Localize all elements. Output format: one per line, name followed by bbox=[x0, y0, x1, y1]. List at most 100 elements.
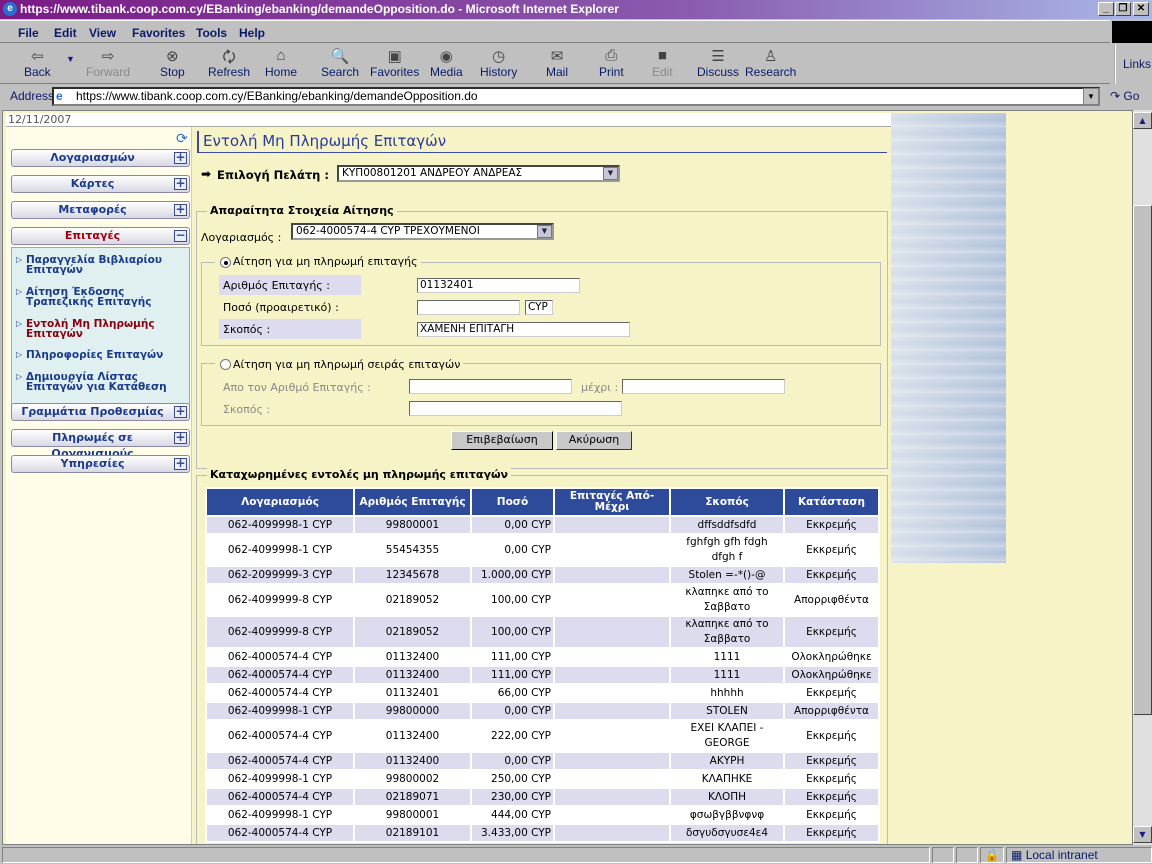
address-input[interactable]: e https://www.tibank.coop.com.cy/EBankin… bbox=[52, 87, 1100, 106]
sidebar-section-transfers[interactable]: Μεταφορές + bbox=[11, 201, 190, 219]
table-cell: 66,00 CYP bbox=[497, 686, 551, 699]
table-cell: 062-4099998-1 CYP bbox=[227, 772, 333, 785]
table-cell: φσωβγββνφνφ bbox=[689, 808, 765, 821]
mail-button[interactable]: ✉ Mail bbox=[546, 47, 568, 79]
discuss-button[interactable]: ☰ Discuss bbox=[697, 47, 739, 79]
intranet-icon: ▦ bbox=[1011, 848, 1023, 862]
back-dropdown-icon[interactable]: ▼ bbox=[66, 54, 75, 64]
scroll-down-icon[interactable]: ▼ bbox=[1133, 826, 1152, 843]
research-button[interactable]: ♙ Research bbox=[745, 47, 796, 79]
menu-favorites[interactable]: Favorites bbox=[132, 26, 185, 40]
go-button[interactable]: ↷ Go bbox=[1110, 89, 1139, 103]
range-reason-label: Σκοπός : bbox=[223, 403, 271, 416]
collapse-icon[interactable]: − bbox=[174, 229, 187, 242]
table-cell: 222,00 CYP bbox=[491, 729, 551, 742]
amount-input[interactable] bbox=[417, 300, 520, 315]
expand-icon[interactable]: + bbox=[174, 405, 187, 418]
print-button[interactable]: ⎙ Print bbox=[599, 47, 624, 79]
table-cell: 0,00 CYP bbox=[472, 517, 553, 533]
sidebar-item-deposit-list[interactable]: Δημιουργία Λίστας Επιταγών για Κατάθεση bbox=[16, 372, 188, 393]
sidebar-section-cheques[interactable]: Επιταγές − bbox=[11, 227, 190, 245]
vertical-scrollbar[interactable]: ▲ ▼ bbox=[1133, 110, 1152, 845]
cheque-number-input[interactable]: 01132401 bbox=[417, 278, 580, 293]
table-row: 062-4099999-8 CYP 02189052 100,00 CYP κλαπη… bbox=[207, 617, 878, 647]
table-cell: 062-4099999-8 CYP bbox=[207, 617, 353, 647]
home-icon: ⌂ bbox=[276, 47, 286, 64]
sidebar-section-time-deposits[interactable]: Γραμμάτια Προθεσμίας + bbox=[11, 403, 190, 421]
table-cell: 02189052 bbox=[355, 617, 470, 647]
from-cheque-input[interactable] bbox=[409, 379, 572, 394]
table-cell bbox=[555, 567, 669, 583]
expand-icon[interactable]: + bbox=[174, 151, 187, 164]
history-button[interactable]: ◷ History bbox=[480, 47, 517, 79]
media-button[interactable]: ◉ Media bbox=[430, 47, 463, 79]
scroll-thumb[interactable] bbox=[1133, 205, 1152, 715]
close-button[interactable]: ✕ bbox=[1133, 2, 1149, 16]
table-cell: 3.433,00 CYP bbox=[472, 825, 553, 841]
range-radio[interactable] bbox=[220, 359, 231, 370]
table-cell: 062-4000574-4 CYP bbox=[207, 825, 353, 841]
table-cell: 99800000 bbox=[355, 703, 470, 719]
expand-icon[interactable]: + bbox=[174, 177, 187, 190]
cancel-button[interactable]: Ακύρωση bbox=[556, 431, 632, 450]
sidebar-section-cards[interactable]: Κάρτες + bbox=[11, 175, 190, 193]
column-header: Κατάσταση bbox=[785, 489, 878, 515]
menu-view[interactable]: View bbox=[89, 26, 116, 40]
table-cell: 02189071 bbox=[355, 789, 470, 805]
address-dropdown-icon[interactable]: ▼ bbox=[1083, 88, 1099, 105]
links-button[interactable]: Links bbox=[1114, 44, 1152, 84]
table-cell bbox=[555, 649, 669, 665]
range-legend: Αίτηση για μη πληρωμή σειράς επιταγών bbox=[215, 358, 464, 371]
scroll-up-icon[interactable]: ▲ bbox=[1133, 112, 1152, 129]
home-button[interactable]: ⌂ Home bbox=[265, 47, 297, 79]
forward-button[interactable]: ⇨ Forward bbox=[86, 47, 130, 79]
menu-help[interactable]: Help bbox=[239, 26, 265, 40]
table-cell: Εκκρεμής bbox=[785, 753, 878, 769]
range-reason-input[interactable] bbox=[409, 401, 622, 416]
back-button[interactable]: ⇦ Back bbox=[24, 47, 51, 79]
table-row: 062-4099999-8 CYP 02189052 100,00 CYP κλαπη… bbox=[207, 585, 878, 615]
expand-icon[interactable]: + bbox=[174, 457, 187, 470]
favorites-button[interactable]: ▣ Favorites bbox=[370, 47, 419, 79]
table-cell: Εκκρεμής bbox=[785, 567, 878, 583]
table-cell bbox=[555, 517, 669, 533]
single-cheque-radio[interactable] bbox=[220, 257, 231, 268]
forward-arrow-icon: ⇨ bbox=[101, 48, 115, 65]
account-select[interactable]: 062-4000574-4 CYP ΤΡΕΧΟΥΜΕΝΟΙ ▼ bbox=[291, 223, 554, 240]
sidebar-item-bank-draft[interactable]: Αίτηση Έκδοσης Τραπεζικής Επιταγής bbox=[16, 287, 188, 308]
table-cell: 1111 bbox=[671, 667, 783, 683]
menu-edit[interactable]: Edit bbox=[54, 26, 77, 40]
status-bar: 🔒 ▦ Local intranet bbox=[0, 845, 1152, 864]
stop-button[interactable]: ⊗ Stop bbox=[160, 47, 185, 79]
refresh-icon[interactable]: ⟳ bbox=[176, 131, 188, 147]
status-panel bbox=[932, 847, 954, 863]
table-row: 062-4099998-1 CYP 99800000 0,00 CYP STOLEN Α… bbox=[207, 703, 878, 719]
sidebar-section-bill-payments[interactable]: Πληρωμές σε Οργανισμούς + bbox=[11, 429, 190, 460]
from-cheque-label: Απο τον Αριθμό Επιταγής : bbox=[223, 381, 371, 394]
sidebar-item-cheque-info[interactable]: Πληροφορίες Επιταγών bbox=[16, 350, 188, 361]
search-button[interactable]: 🔍 Search bbox=[321, 47, 359, 79]
table-cell: 230,00 CYP bbox=[472, 789, 553, 805]
table-cell bbox=[555, 789, 669, 805]
client-select[interactable]: ΚΥΠ00801201 ΑΝΔΡΕΟΥ ΑΝΔΡΕΑΣ ▼ bbox=[337, 165, 620, 182]
minimize-button[interactable]: _ bbox=[1098, 2, 1114, 16]
column-header: Ποσό bbox=[472, 489, 553, 515]
edit-button[interactable]: ■ Edit bbox=[652, 47, 673, 79]
sidebar-section-services[interactable]: Υπηρεσίες + bbox=[11, 455, 190, 473]
restore-button[interactable]: ❐ bbox=[1115, 2, 1131, 16]
table-cell: Stolen =-*()-@ bbox=[671, 567, 783, 583]
menu-tools[interactable]: Tools bbox=[196, 26, 227, 40]
address-url: https://www.tibank.coop.com.cy/EBanking/… bbox=[76, 89, 478, 103]
sidebar-section-accounts[interactable]: Λογαριασμών + bbox=[11, 149, 190, 167]
refresh-button[interactable]: 🗘 Refresh bbox=[208, 47, 250, 79]
expand-icon[interactable]: + bbox=[174, 203, 187, 216]
dropdown-arrow-icon: ▼ bbox=[537, 225, 552, 238]
reason-input[interactable]: ΧΑΜΕΝΗ ΕΠΙΤΑΓΗ bbox=[417, 322, 630, 337]
to-cheque-input[interactable] bbox=[622, 379, 785, 394]
sidebar-item-order-chequebook[interactable]: Παραγγελία Βιβλιαρίου Επιταγών bbox=[16, 255, 188, 276]
table-cell: STOLEN bbox=[671, 703, 783, 719]
menu-file[interactable]: File bbox=[18, 26, 39, 40]
confirm-button[interactable]: Επιβεβαίωση bbox=[451, 431, 553, 450]
sidebar-item-stop-payment[interactable]: Εντολή Μη Πληρωμής Επιταγών bbox=[16, 319, 188, 340]
expand-icon[interactable]: + bbox=[174, 431, 187, 444]
